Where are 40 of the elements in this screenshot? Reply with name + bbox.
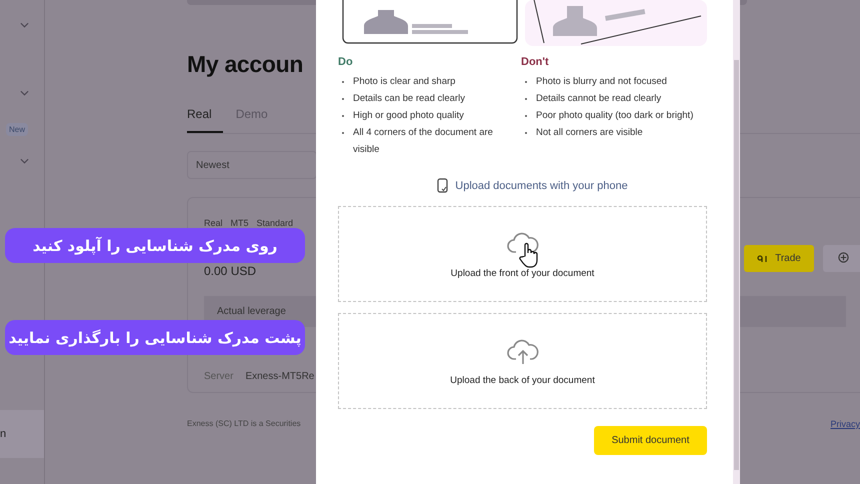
page-title: My accoun: [187, 51, 304, 79]
cloud-upload-icon: [506, 338, 538, 364]
hand-cursor-icon: [518, 242, 538, 268]
guideline-text: Photo is blurry and not focused: [536, 75, 667, 89]
guideline-text: Details can be read clearly: [353, 92, 465, 106]
phone-icon: [437, 178, 448, 193]
deposit-button[interactable]: [823, 245, 860, 272]
chevron-down-icon[interactable]: [20, 158, 29, 164]
trade-button[interactable]: Trade: [744, 245, 814, 272]
callout-label: پشت مدرک شناسایی را بارگذاری نمایید: [5, 320, 305, 355]
upload-dropzone[interactable]: Upload the front of your document: [338, 206, 707, 302]
leverage-label: Actual leverage: [217, 306, 286, 317]
new-badge: New: [6, 123, 28, 136]
sidebar-item[interactable]: n: [0, 410, 44, 458]
account-tag: MT5: [230, 218, 249, 228]
account-tag: Standard: [256, 218, 294, 228]
chevron-down-icon[interactable]: [20, 22, 29, 28]
submit-button[interactable]: Submit document: [594, 426, 707, 455]
balance-text: 0.00 USD: [204, 264, 256, 278]
guideline-text: All 4 corners of the document are visible: [353, 126, 494, 157]
guideline-text: High or good photo quality: [353, 109, 464, 123]
guideline-text: Details cannot be read clearly: [536, 92, 662, 106]
privacy-link[interactable]: Privacy: [830, 419, 860, 429]
account-tag: Real: [204, 218, 223, 228]
chart-icon: [757, 254, 770, 262]
server-value: Exness-MT5Re: [245, 371, 314, 382]
scrollbar[interactable]: [733, 0, 740, 484]
chevron-down-icon[interactable]: [20, 90, 29, 96]
dont-heading: Don't: [521, 56, 550, 68]
do-heading: Do: [338, 56, 354, 68]
footer-text: Exness (SC) LTD is a Securities: [187, 419, 301, 429]
server-label: Server: [204, 371, 234, 382]
guideline-text: Poor photo quality (too dark or bright): [536, 109, 694, 123]
plus-circle-icon: [838, 252, 848, 263]
upload-dropzone[interactable]: Upload the back of your document: [338, 313, 707, 409]
guideline-text: Photo is clear and sharp: [353, 75, 456, 89]
phone-upload-link[interactable]: Upload documents with your phone: [437, 178, 628, 193]
callout-label: روی مدرک شناسایی را آپلود کنید: [5, 228, 305, 263]
guideline-text: Not all corners are visible: [536, 126, 643, 140]
account-tab[interactable]: Real: [187, 102, 223, 133]
